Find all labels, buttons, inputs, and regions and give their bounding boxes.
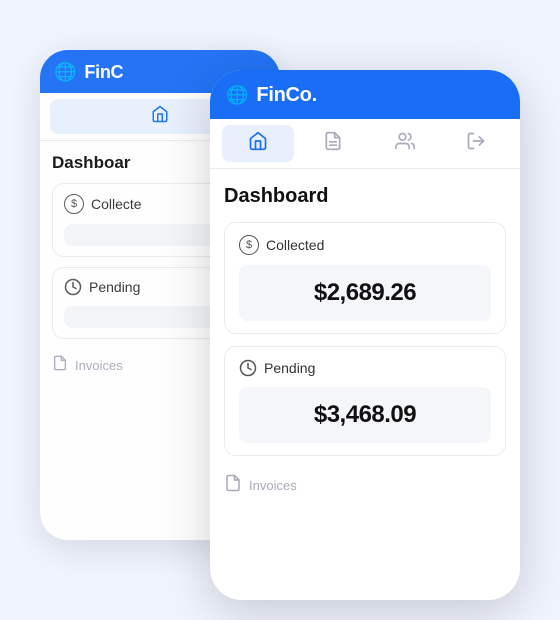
- back-collected-icon: $: [64, 194, 84, 214]
- back-home-icon: [151, 105, 169, 128]
- back-pending-icon: [64, 278, 82, 296]
- front-documents-icon: [323, 131, 343, 156]
- collected-value: $2,689.26: [314, 279, 416, 306]
- pending-label: Pending: [264, 360, 315, 376]
- collected-dollar-icon: $: [239, 235, 259, 255]
- back-collected-label: Collecte: [91, 196, 142, 212]
- front-header: 🌐 FinCo.: [210, 70, 520, 119]
- back-invoices-label: Invoices: [75, 358, 123, 373]
- pending-value: $3,468.09: [314, 401, 416, 428]
- back-invoices-icon: [52, 355, 68, 376]
- pending-clock-icon: [239, 359, 257, 377]
- front-invoices-icon: [224, 474, 242, 497]
- front-users-icon: [395, 131, 415, 156]
- front-globe-icon: 🌐: [226, 85, 248, 106]
- back-pending-label: Pending: [89, 279, 140, 295]
- front-home-icon: [248, 131, 268, 156]
- back-globe-icon: 🌐: [54, 62, 76, 83]
- front-invoices-label: Invoices: [249, 478, 297, 493]
- collected-card: $ Collected $2,689.26: [224, 222, 506, 334]
- front-content: Dashboard $ Collected $2,689.26 Pending: [210, 169, 520, 519]
- front-tab-home[interactable]: [222, 125, 294, 162]
- front-nav-tabs: [210, 119, 520, 169]
- pending-card: Pending $3,468.09: [224, 346, 506, 456]
- front-tab-documents[interactable]: [298, 119, 370, 168]
- front-invoices-row: Invoices: [224, 468, 506, 503]
- front-tab-logout[interactable]: [441, 119, 513, 168]
- front-brand-name: FinCo.: [256, 84, 316, 107]
- front-logout-icon: [466, 131, 486, 156]
- collected-value-box: $2,689.26: [239, 265, 491, 321]
- pending-value-box: $3,468.09: [239, 387, 491, 443]
- back-brand-name: FinC: [84, 62, 123, 83]
- collected-label: Collected: [266, 237, 324, 253]
- phone-front: 🌐 FinCo.: [210, 70, 520, 600]
- scene: 🌐 FinC Dashboar $ Collecte: [40, 30, 520, 590]
- front-page-title: Dashboard: [224, 185, 506, 208]
- front-tab-users[interactable]: [369, 119, 441, 168]
